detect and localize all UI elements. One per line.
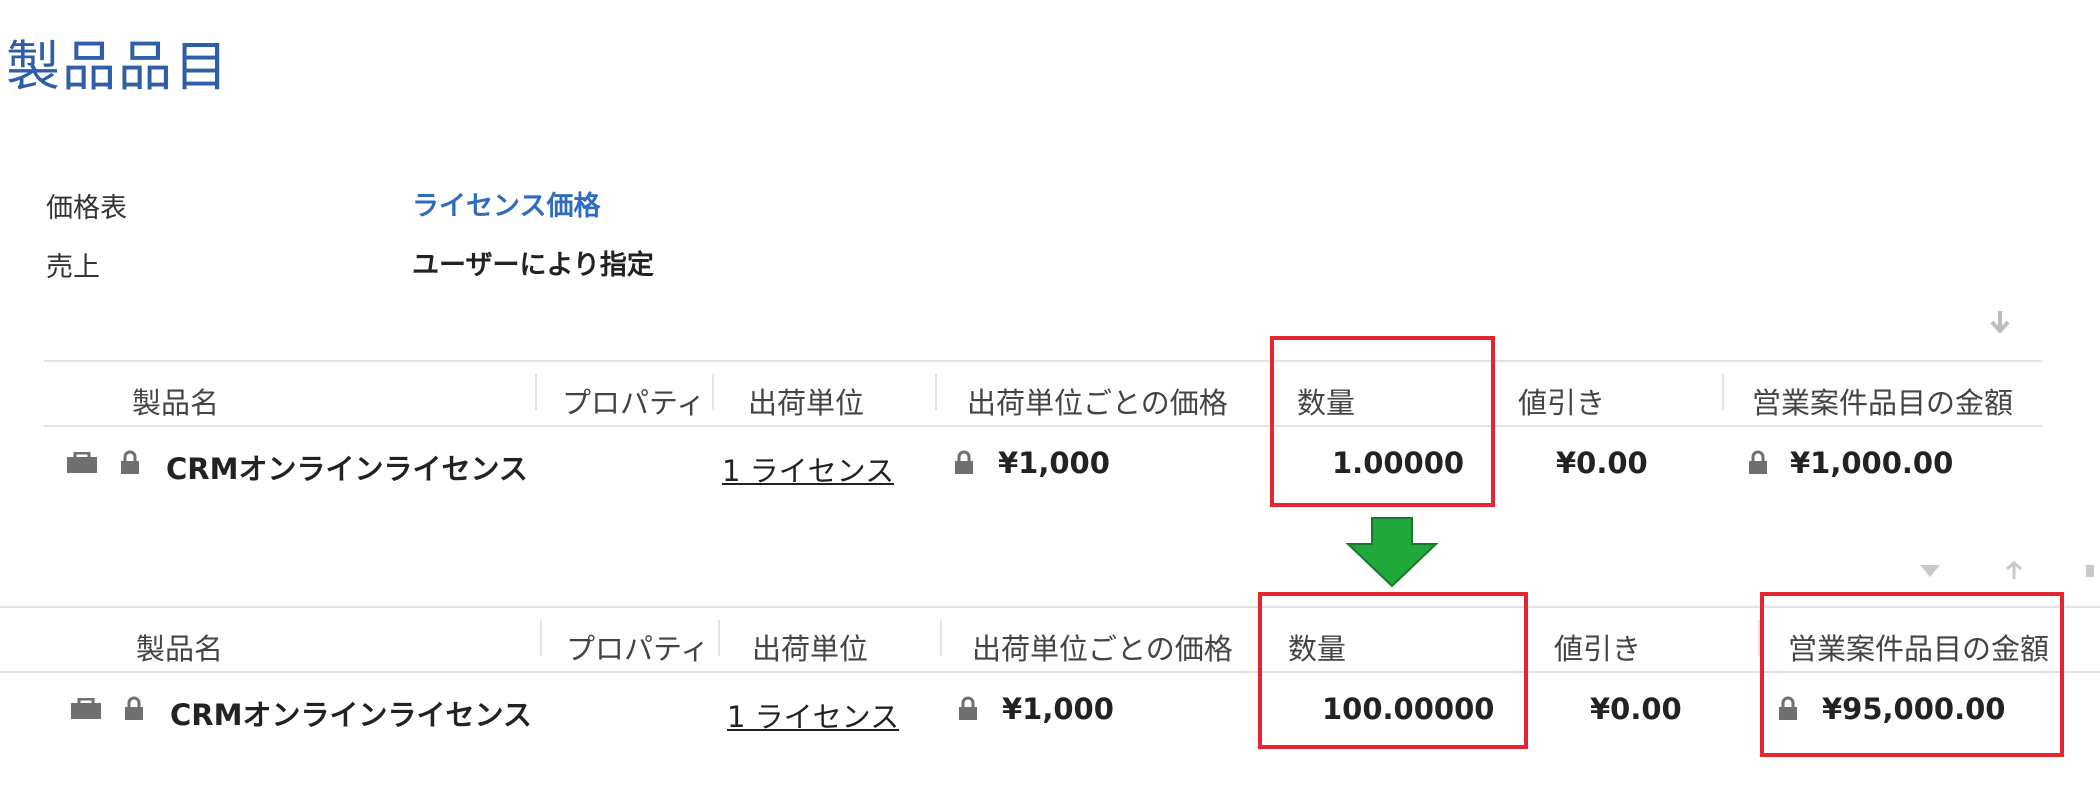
before-price-per-unit: ¥1,000 [998, 446, 1110, 480]
before-quantity-highlight [1270, 336, 1495, 507]
after-header-price-per-unit[interactable]: 出荷単位ごとの価格 [972, 626, 1233, 668]
price-list-link[interactable]: ライセンス価格 [412, 184, 600, 223]
lock-icon [121, 450, 139, 474]
revenue-label: 売上 [46, 252, 100, 283]
product-box-icon [71, 698, 101, 719]
before-unit-link[interactable]: 1 ライセンス [722, 448, 894, 490]
after-header-unit[interactable]: 出荷単位 [752, 626, 868, 668]
before-amount-value: ¥1,000.00 [1790, 446, 1954, 480]
page-title: 製品品目 [6, 35, 230, 98]
before-header-unit[interactable]: 出荷単位 [748, 380, 864, 422]
before-col-sep-2 [712, 374, 714, 410]
after-header-property[interactable]: プロパティ [566, 626, 709, 668]
after-price-per-unit: ¥1,000 [1002, 692, 1114, 726]
sort-icon[interactable] [1988, 308, 2012, 336]
price-list-label: 価格表 [46, 193, 127, 224]
before-header-property[interactable]: プロパティ [562, 380, 705, 422]
after-amount-highlight [1760, 592, 2064, 757]
lock-icon [125, 696, 143, 720]
before-discount-value[interactable]: ¥0.00 [1556, 446, 1648, 480]
before-header-bottom-rule [44, 425, 2042, 427]
after-unit-link[interactable]: 1 ライセンス [727, 694, 899, 736]
after-col-sep-2 [718, 620, 720, 656]
before-col-sep-3 [935, 374, 937, 410]
before-header-discount[interactable]: 値引き [1518, 380, 1605, 422]
product-box-icon [67, 452, 97, 473]
before-col-sep-4 [1722, 374, 1724, 410]
before-header-price-per-unit[interactable]: 出荷単位ごとの価格 [967, 380, 1228, 422]
before-header-product-name[interactable]: 製品名 [132, 380, 219, 422]
down-arrow-icon [1345, 517, 1439, 588]
before-header-amount[interactable]: 営業案件品目の金額 [1752, 380, 2013, 422]
lock-icon [955, 450, 973, 474]
after-header-product-name[interactable]: 製品名 [136, 626, 223, 668]
after-header-discount[interactable]: 値引き [1554, 626, 1641, 668]
after-quantity-highlight [1258, 592, 1528, 749]
before-product-name[interactable]: CRMオンラインライセンス [166, 446, 528, 488]
after-product-name[interactable]: CRMオンラインライセンス [170, 692, 532, 734]
after-discount-value[interactable]: ¥0.00 [1590, 692, 1682, 726]
sort-up-icon[interactable] [2002, 561, 2026, 581]
before-header-top-rule [44, 360, 2042, 362]
lock-icon [959, 696, 977, 720]
sort-down-icon[interactable] [1918, 563, 1942, 581]
after-col-sep-3 [940, 620, 942, 656]
before-col-sep-1 [535, 374, 537, 410]
lock-icon [1749, 450, 1767, 474]
revenue-value: ユーザーにより指定 [412, 250, 654, 281]
after-col-sep-1 [540, 620, 542, 656]
more-options-icon[interactable] [2086, 565, 2094, 577]
